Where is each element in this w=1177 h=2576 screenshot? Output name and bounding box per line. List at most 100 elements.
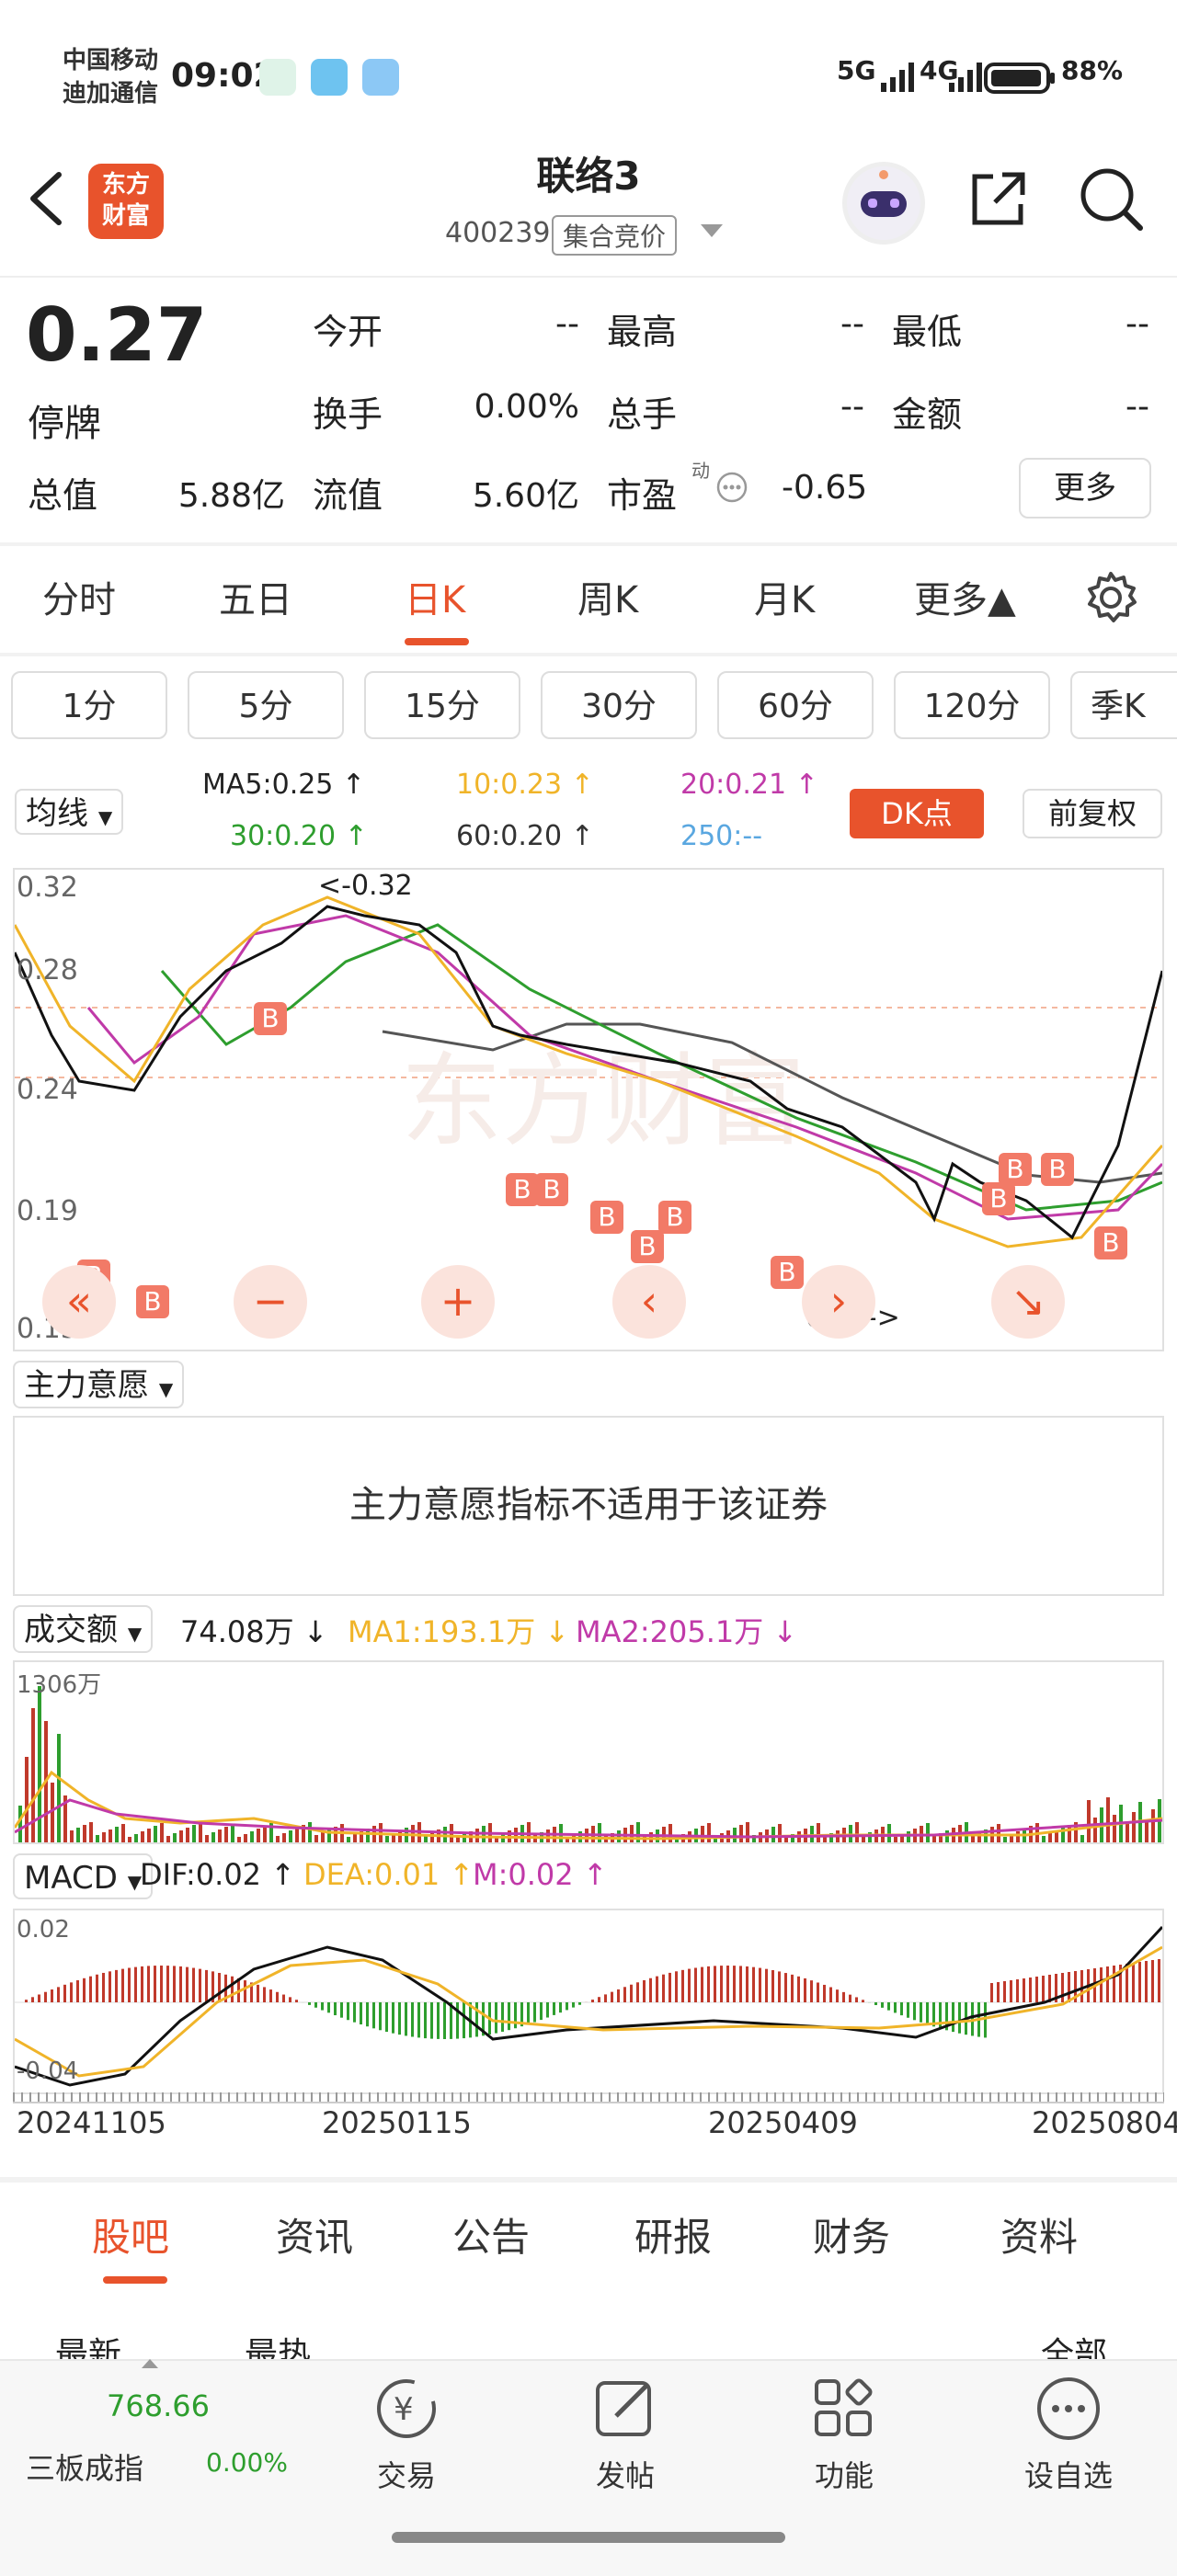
low-label: 最低 [892,303,962,354]
more-quote-button[interactable]: 更多 [1019,458,1151,519]
interval-60min-button[interactable]: 60分 [717,671,874,739]
nav-trade[interactable]: 交易 [333,2453,480,2495]
macd-bar [231,1977,234,2002]
post-edit-icon[interactable] [588,2372,662,2445]
macd-bar [186,1967,189,2002]
interval-quarter-button[interactable]: 季K [1070,671,1177,739]
scroll-left-icon[interactable]: ‹ [612,1265,686,1339]
tab-daily-k[interactable]: 日K [405,570,465,623]
tab-intraday[interactable]: 分时 [42,570,116,623]
index-name[interactable]: 三板成指 [26,2445,143,2488]
tab-guba[interactable]: 股吧 [92,2206,169,2263]
volume-bar [810,1826,814,1842]
amount-value: -- [1048,388,1149,426]
tab-news[interactable]: 资讯 [276,2206,353,2263]
scroll-right-icon[interactable]: › [802,1265,875,1339]
trade-icon[interactable]: ¥ [370,2372,443,2445]
weather-icon [362,59,399,96]
buy-signal-marker[interactable]: B [590,1201,623,1234]
buy-signal-marker[interactable]: B [771,1256,804,1289]
search-icon[interactable] [1076,164,1146,237]
buy-signal-marker[interactable]: B [136,1285,169,1318]
divider [0,542,1177,546]
kline-chart[interactable]: 东方财富 <-0.32 0.15-> [13,868,1164,1351]
interval-120min-button[interactable]: 120分 [894,671,1050,739]
zoom-in-icon[interactable]: + [421,1265,495,1339]
forward-adjust-button[interactable]: 前复权 [1023,789,1162,838]
feed-sort-hot[interactable]: 最热 [245,2328,311,2359]
ma10-value: 10:0.23 ↑ [456,769,594,801]
pe-info-icon[interactable] [715,471,748,507]
expand-chart-icon[interactable]: ↘ [991,1265,1065,1339]
zoom-out-icon[interactable]: − [234,1265,307,1339]
dk-point-button[interactable]: DK点 [850,789,984,838]
tab-finance[interactable]: 财务 [813,2206,890,2263]
interval-15min-button[interactable]: 15分 [364,671,520,739]
volume-bar [199,1822,202,1842]
settings-gear-icon[interactable] [1081,568,1140,631]
buy-signal-marker[interactable]: B [658,1201,691,1234]
volume-bar [128,1837,131,1842]
nav-post[interactable]: 发帖 [552,2453,699,2495]
buy-signal-marker[interactable]: B [254,1002,287,1035]
volume-bar [1113,1815,1116,1842]
macd-bar [257,1985,259,2002]
tab-five-day[interactable]: 五日 [219,570,292,623]
feed-sort-latest[interactable]: 最新 [55,2328,121,2359]
tab-research[interactable]: 研报 [634,2206,712,2263]
interval-30min-button[interactable]: 30分 [541,671,697,739]
tab-more-periods[interactable]: 更多▲ [914,570,1016,623]
interval-1min-button[interactable]: 1分 [11,671,167,739]
macd-bar [1029,1978,1032,2002]
buy-signal-marker[interactable]: B [982,1182,1015,1215]
volume-bar [160,1823,164,1842]
assistant-robot-icon[interactable] [842,162,925,245]
market-mode-badge[interactable]: 集合竞价 [552,215,677,256]
indicator-selector[interactable]: 均线 ▼ [15,789,123,835]
buy-signal-marker[interactable]: B [506,1173,539,1206]
volume-bar [179,1830,183,1842]
chevron-down-icon[interactable] [701,224,723,237]
volume-bar [166,1836,170,1842]
macd-bar [920,2002,922,2023]
tab-announcements[interactable]: 公告 [452,2206,530,2263]
volume-bar [276,1836,280,1842]
interval-5min-button[interactable]: 5分 [188,671,344,739]
buy-signal-marker[interactable]: B [1094,1226,1127,1260]
macd-selector[interactable]: MACD ▼ [13,1853,153,1899]
buy-signal-marker[interactable]: B [999,1153,1032,1186]
volume-bar [314,1835,318,1842]
volume-chart[interactable]: 1306万 [13,1660,1164,1844]
share-icon[interactable] [966,165,1032,235]
tab-profile[interactable]: 资料 [1000,2206,1078,2263]
feed-filter-all[interactable]: 全部 [1041,2328,1107,2359]
main-force-selector[interactable]: 主力意愿 ▼ [13,1361,184,1408]
nav-add-watchlist[interactable]: 设自选 [995,2453,1142,2495]
date-label-3: 20250804 [1032,2105,1177,2140]
scroll-left-fast-icon[interactable]: « [42,1265,116,1339]
macd-bar [546,2002,549,2018]
buy-signal-marker[interactable]: B [631,1230,664,1263]
book-icon [311,59,348,96]
watchlist-more-icon[interactable] [1032,2372,1105,2445]
volume-selector[interactable]: 成交额 ▼ [13,1605,153,1653]
macd-bar [662,1975,665,2002]
macd-bar [57,1987,60,2002]
main-force-note: 主力意愿指标不适用于该证券 [13,1416,1164,1596]
macd-chart[interactable]: 0.02 -0.04 [13,1909,1164,2094]
macd-bar [572,2002,575,2008]
volume-bar [701,1826,704,1842]
macd-bar [1080,1970,1083,2002]
expand-up-icon[interactable] [142,2359,158,2368]
macd-bar [360,2002,362,2024]
index-value[interactable]: 768.66 [107,2388,210,2423]
divider [0,653,1177,656]
functions-grid-icon[interactable] [807,2372,881,2445]
tab-weekly-k[interactable]: 周K [577,570,638,623]
buy-signal-marker[interactable]: B [1041,1153,1074,1186]
total-mv-label: 总值 [28,467,97,518]
stock-code: 400239 [445,217,551,249]
buy-signal-marker[interactable]: B [535,1173,568,1206]
tab-monthly-k[interactable]: 月K [754,570,815,623]
nav-functions[interactable]: 功能 [771,2453,918,2495]
